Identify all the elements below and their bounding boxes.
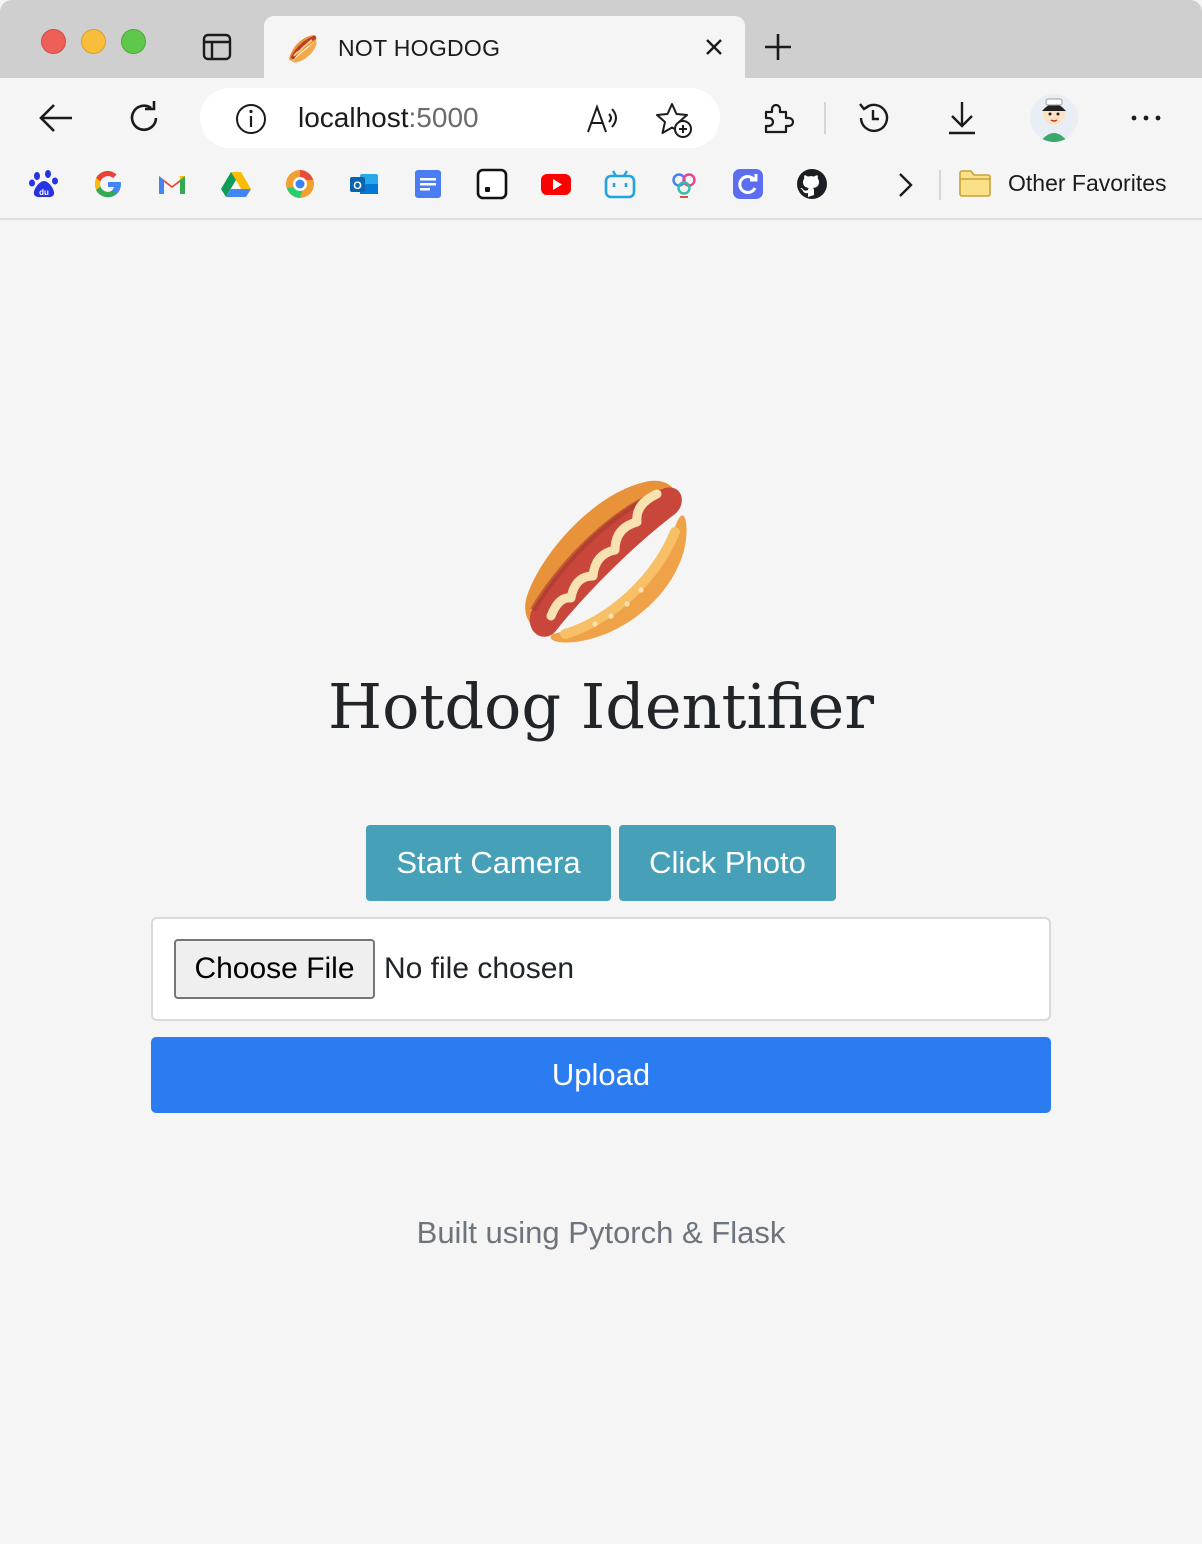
upload-button[interactable]: Upload: [151, 1037, 1051, 1113]
drive-icon[interactable]: [220, 168, 252, 200]
page-title: Hotdog Identifier: [328, 670, 874, 743]
browser-window: NOT HOGDOG localhost:5000 du O Other Fav…: [0, 0, 1202, 1544]
folder-icon[interactable]: [958, 168, 992, 198]
app-icon[interactable]: [668, 168, 700, 200]
more-options-icon[interactable]: [1126, 98, 1166, 138]
address-bar[interactable]: localhost:5000: [200, 88, 720, 148]
notion-icon[interactable]: [476, 168, 508, 200]
address-toolbar: localhost:5000: [0, 78, 1202, 158]
chevron-right-icon[interactable]: [890, 170, 920, 200]
new-tab-icon[interactable]: [761, 30, 795, 64]
svg-text:O: O: [353, 180, 362, 192]
tab-close-icon[interactable]: [701, 34, 727, 60]
start-camera-button[interactable]: Start Camera: [366, 825, 611, 901]
favorites-separator: [939, 170, 941, 200]
chrome-like-icon[interactable]: [284, 168, 316, 200]
window-close-button[interactable]: [41, 29, 66, 54]
add-favorite-icon[interactable]: [655, 101, 693, 139]
favorites-bar: du O Other Favorites: [0, 158, 1202, 220]
bilibili-icon[interactable]: [604, 168, 636, 200]
downloads-icon[interactable]: [942, 98, 982, 138]
refresh-app-icon[interactable]: [732, 168, 764, 200]
read-aloud-icon[interactable]: [585, 102, 621, 136]
address-text[interactable]: localhost:5000: [298, 102, 479, 134]
choose-file-button[interactable]: Choose File: [174, 939, 375, 999]
svg-text:du: du: [39, 188, 49, 197]
back-arrow-icon[interactable]: [36, 98, 76, 138]
hotdog-icon: [284, 30, 320, 66]
footer-note: Built using Pytorch & Flask: [416, 1215, 786, 1250]
gmail-icon[interactable]: [156, 168, 188, 200]
outlook-icon[interactable]: O: [348, 168, 380, 200]
window-minimize-button[interactable]: [81, 29, 106, 54]
page-content: Hotdog Identifier Start Camera Click Pho…: [0, 222, 1202, 1544]
hotdog-logo-icon: [515, 474, 687, 644]
file-input[interactable]: Choose File No file chosen: [151, 917, 1051, 1021]
google-icon[interactable]: [92, 168, 124, 200]
tab-active[interactable]: NOT HOGDOG: [264, 16, 745, 78]
click-photo-button[interactable]: Click Photo: [619, 825, 836, 901]
window-maximize-button[interactable]: [121, 29, 146, 54]
address-host: localhost: [298, 102, 409, 133]
extensions-icon[interactable]: [756, 98, 796, 138]
profile-avatar[interactable]: [1030, 94, 1078, 142]
site-info-icon[interactable]: [234, 102, 268, 136]
refresh-icon[interactable]: [124, 98, 164, 138]
baidu-icon[interactable]: du: [28, 168, 60, 200]
tab-strip: NOT HOGDOG: [0, 0, 1202, 78]
tab-actions-icon[interactable]: [201, 32, 233, 62]
history-icon[interactable]: [854, 98, 894, 138]
file-status-text: No file chosen: [384, 952, 575, 985]
other-favorites-label[interactable]: Other Favorites: [1008, 170, 1167, 197]
tab-title: NOT HOGDOG: [338, 35, 501, 61]
github-icon[interactable]: [796, 168, 828, 200]
address-port: :5000: [408, 102, 479, 133]
docs-icon[interactable]: [412, 168, 444, 200]
toolbar-separator: [824, 102, 826, 134]
youtube-icon[interactable]: [540, 168, 572, 200]
